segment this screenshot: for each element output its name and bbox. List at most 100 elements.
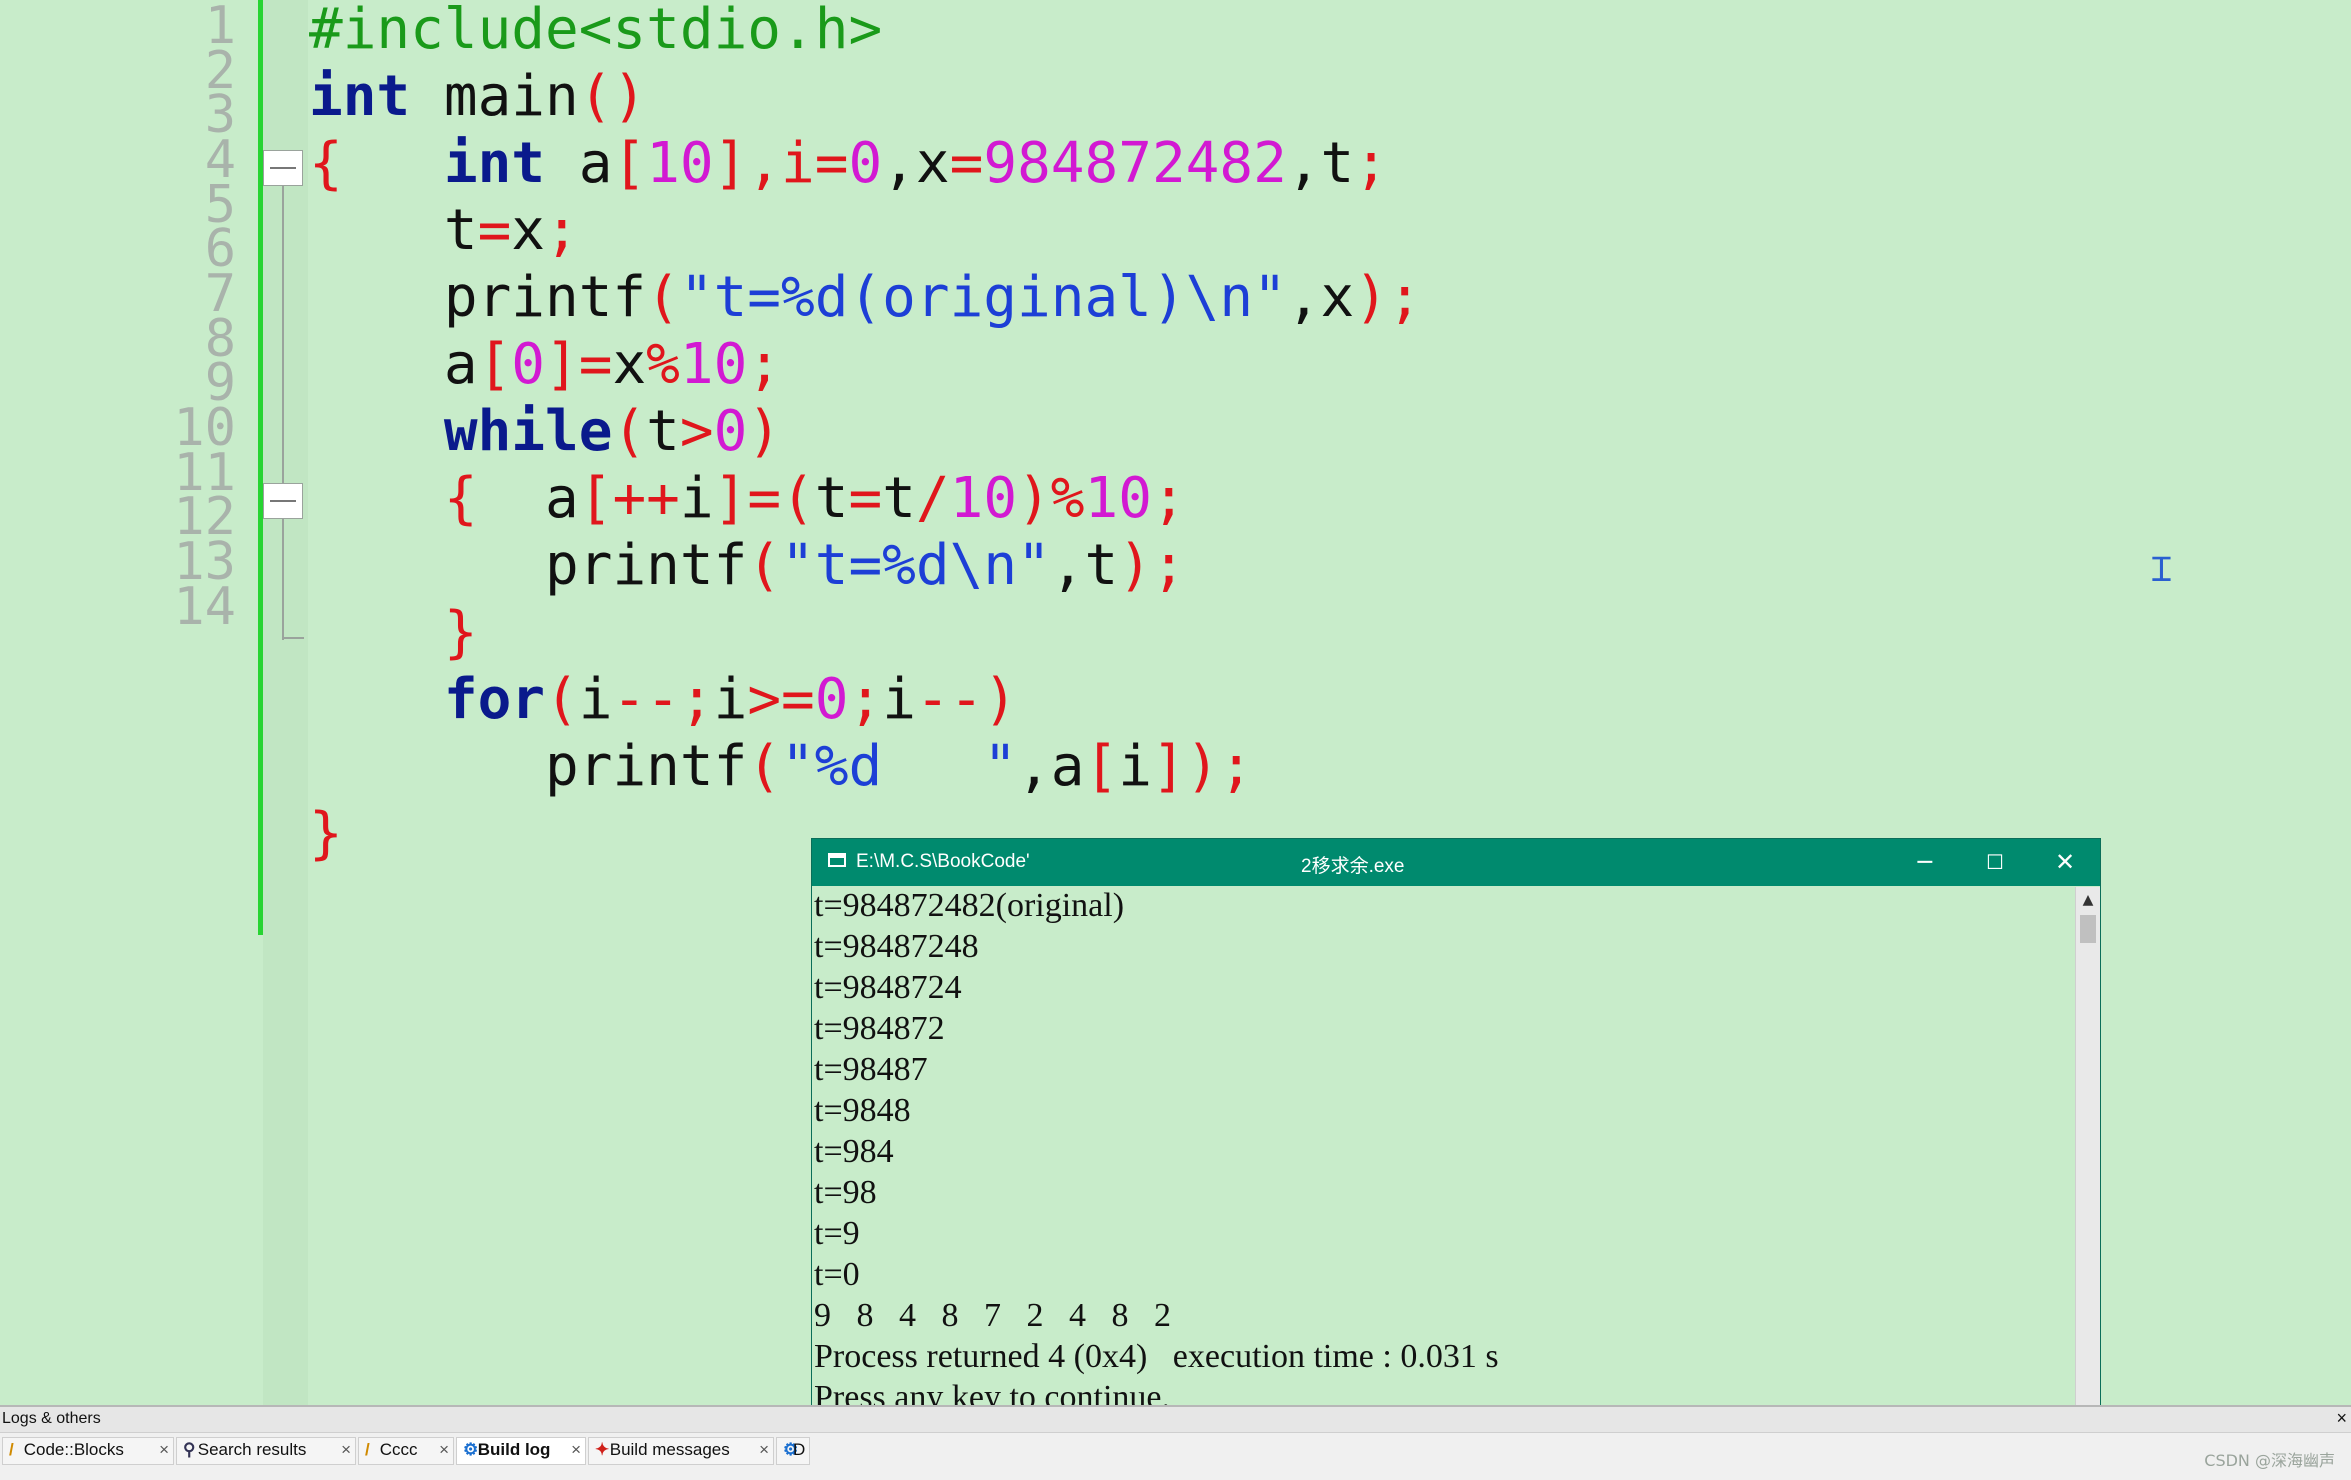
code-token: % bbox=[646, 332, 680, 397]
code-token: ; bbox=[747, 332, 782, 397]
console-output-line: t=98 bbox=[814, 1174, 877, 1211]
tab-debugger[interactable]: ⚙D bbox=[776, 1437, 810, 1465]
code-token: a bbox=[545, 466, 579, 531]
line-number: 14 bbox=[173, 577, 236, 637]
code-token: ; bbox=[1151, 466, 1186, 531]
console-output: t=984872482(original) t=98487248 t=98487… bbox=[812, 887, 2076, 1478]
console-window[interactable]: E:\M.C.S\BookCode' 2移求余.exe ─ ☐ ✕ t=9848… bbox=[811, 838, 2101, 1479]
code-token: t bbox=[443, 198, 478, 263]
code-token: [ bbox=[1084, 734, 1119, 799]
code-line-3: { int a[10],i=0,x=984872482,t; bbox=[309, 134, 1388, 194]
code-token: a bbox=[545, 131, 613, 196]
minimize-button[interactable]: ─ bbox=[1890, 839, 1960, 886]
code-token: } bbox=[309, 801, 343, 866]
code-token: i bbox=[882, 667, 916, 732]
fold-toggle-button[interactable] bbox=[263, 483, 303, 519]
close-button[interactable]: ✕ bbox=[2030, 839, 2100, 886]
code-line-13: } bbox=[309, 804, 343, 864]
code-token: ); bbox=[1354, 265, 1422, 330]
tab-code-blocks[interactable]: / Code::Blocks × bbox=[2, 1437, 174, 1465]
script-icon: / bbox=[365, 1440, 370, 1459]
console-output-line: t=9848 bbox=[814, 1092, 911, 1129]
tab-close-icon[interactable]: × bbox=[571, 1440, 581, 1460]
script-icon: / bbox=[9, 1440, 14, 1459]
code-token: ( bbox=[545, 667, 579, 732]
code-token: ) bbox=[1017, 466, 1051, 531]
scroll-up-icon[interactable]: ▲ bbox=[2076, 887, 2100, 913]
tab-close-icon[interactable]: × bbox=[341, 1440, 351, 1460]
fold-line bbox=[282, 184, 284, 640]
code-token: ; bbox=[545, 198, 579, 263]
fold-toggle-button[interactable] bbox=[263, 150, 303, 186]
code-token: 984872482 bbox=[983, 131, 1287, 196]
code-token: ( bbox=[747, 734, 782, 799]
console-output-line: t=984 bbox=[814, 1133, 894, 1170]
code-token: 0 bbox=[713, 399, 748, 464]
code-token: while bbox=[443, 399, 613, 464]
code-token: = bbox=[848, 466, 883, 531]
console-output-line: Process returned 4 (0x4) execution time … bbox=[814, 1338, 1499, 1375]
code-token: main bbox=[410, 64, 579, 129]
code-token: int bbox=[443, 131, 546, 196]
code-token: --) bbox=[915, 667, 1018, 732]
console-output-line: t=98487 bbox=[814, 1051, 928, 1088]
logs-panel-title: Logs & others bbox=[2, 1410, 101, 1427]
tab-search-results[interactable]: ⚲ Search results × bbox=[176, 1437, 356, 1465]
code-token: printf bbox=[443, 265, 647, 330]
code-token: % bbox=[1050, 466, 1085, 531]
tab-close-icon[interactable]: × bbox=[439, 1440, 449, 1460]
gear-icon: ⚙ bbox=[463, 1440, 479, 1459]
logs-tab-bar: / Code::Blocks × ⚲ Search results × / Cccc… bbox=[0, 1432, 2351, 1480]
code-token: 10 bbox=[646, 131, 714, 196]
console-output-line: t=984872 bbox=[814, 1010, 945, 1047]
code-token: "t=%d(original)\n" bbox=[679, 265, 1287, 330]
code-token: ]= bbox=[545, 332, 613, 397]
code-token: 0 bbox=[511, 332, 546, 397]
tab-close-icon[interactable]: × bbox=[159, 1440, 169, 1460]
code-token: ; bbox=[1354, 131, 1388, 196]
code-token: [ bbox=[612, 131, 647, 196]
code-line-1: #include<stdio.h> bbox=[309, 0, 882, 60]
tab-close-icon[interactable]: × bbox=[759, 1440, 769, 1460]
code-line-6: a[0]=x%10; bbox=[309, 335, 781, 395]
tab-cccc[interactable]: / Cccc × bbox=[358, 1437, 454, 1465]
code-line-11: for(i--;i>=0;i--) bbox=[309, 670, 1017, 730]
console-output-line: t=98487248 bbox=[814, 928, 979, 965]
code-token: ) bbox=[747, 399, 782, 464]
code-token: > bbox=[679, 399, 714, 464]
code-token: i bbox=[578, 667, 613, 732]
tab-label: Cccc bbox=[379, 1440, 418, 1459]
code-line-7: while(t>0) bbox=[309, 402, 781, 462]
code-line-12: printf("%d ",a[i]); bbox=[309, 737, 1253, 797]
code-token: ],i bbox=[713, 131, 815, 196]
ibeam-cursor-icon: Ɪ bbox=[2152, 550, 2171, 590]
console-title-bar[interactable]: E:\M.C.S\BookCode' 2移求余.exe ─ ☐ ✕ bbox=[812, 839, 2100, 886]
tab-build-log[interactable]: ⚙ Build log × bbox=[456, 1437, 586, 1465]
code-token: t bbox=[882, 466, 916, 531]
scroll-thumb[interactable] bbox=[2080, 915, 2096, 943]
code-token: "%d " bbox=[781, 734, 1018, 799]
console-title-name: 2移求余.exe bbox=[1301, 856, 1405, 877]
console-scrollbar[interactable]: ▲ bbox=[2075, 887, 2100, 1478]
tab-build-messages[interactable]: ✦ Build messages × bbox=[588, 1437, 774, 1465]
code-token: = bbox=[949, 131, 984, 196]
code-token: x bbox=[511, 198, 546, 263]
code-token: ,t bbox=[1286, 131, 1355, 196]
maximize-button[interactable]: ☐ bbox=[1960, 839, 2030, 886]
code-line-8: { a[++i]=(t=t/10)%10; bbox=[309, 469, 1186, 529]
code-token: #include<stdio.h> bbox=[309, 0, 883, 62]
code-token: ,t bbox=[1050, 533, 1119, 598]
code-token: a bbox=[443, 332, 478, 397]
code-line-4: t=x; bbox=[309, 201, 579, 261]
code-token: ]); bbox=[1151, 734, 1254, 799]
code-line-9: printf("t=%d\n",t); bbox=[309, 536, 1186, 596]
code-token: i bbox=[679, 466, 714, 531]
console-output-line: t=9 bbox=[814, 1215, 860, 1252]
logs-close-button[interactable]: × bbox=[2336, 1408, 2347, 1429]
watermark: CSDN @深海幽声 bbox=[2204, 1451, 2335, 1470]
console-output-line: t=984872482(original) bbox=[814, 887, 1125, 924]
code-token: = bbox=[814, 131, 849, 196]
code-line-10: } bbox=[309, 603, 478, 663]
code-token: ); bbox=[1118, 533, 1186, 598]
code-token: ( bbox=[646, 265, 680, 330]
